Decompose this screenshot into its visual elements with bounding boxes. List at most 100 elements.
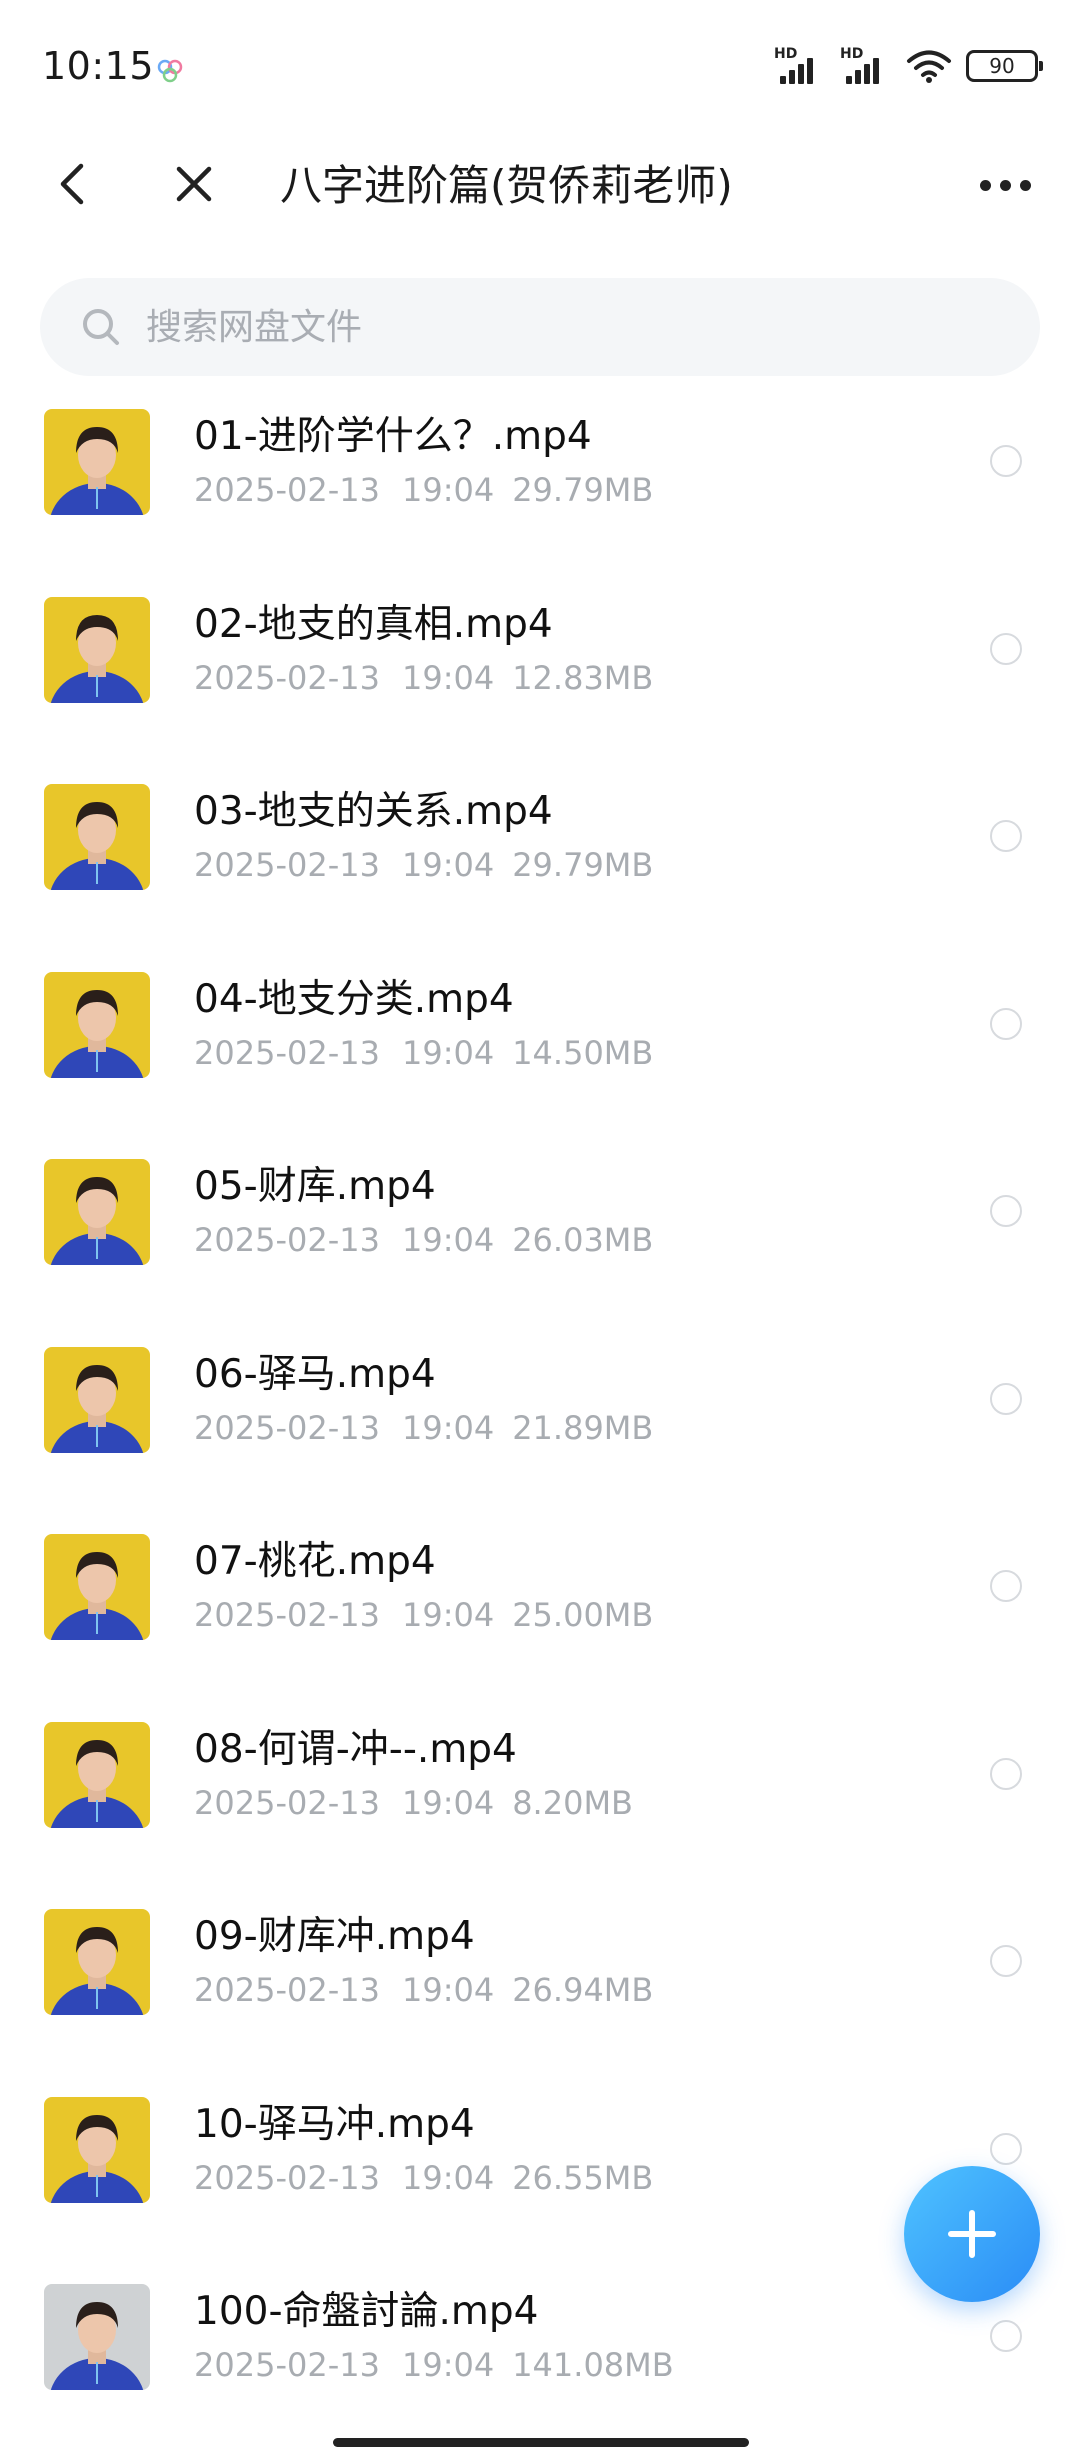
close-button[interactable] [164, 154, 224, 214]
file-size: 14.50MB [512, 1033, 654, 1072]
video-thumbnail [44, 1534, 150, 1640]
file-row[interactable]: 02-地支的真相.mp4 2025-02-13 19:04 12.83MB [0, 583, 1080, 771]
file-name: 02-地支的真相.mp4 [194, 601, 553, 647]
file-meta: 2025-02-13 19:04 141.08MB [194, 2346, 674, 2384]
file-date: 2025-02-13 [194, 1596, 380, 1634]
video-thumbnail [44, 1159, 150, 1265]
file-name: 09-财库冲.mp4 [194, 1914, 475, 1959]
file-meta: 2025-02-13 19:04 8.20MB [194, 1784, 633, 1822]
video-thumbnail [44, 409, 150, 515]
file-date: 2025-02-13 [194, 2158, 380, 2197]
select-radio[interactable] [990, 2132, 1022, 2165]
file-name: 10-驿马冲.mp4 [194, 2101, 475, 2147]
file-row[interactable]: 09-财库冲.mp4 2025-02-13 19:04 26.94MB [0, 1895, 1080, 2083]
file-size: 26.55MB [512, 2158, 654, 2197]
video-thumbnail [44, 784, 150, 890]
file-time: 19:04 [401, 1408, 495, 1447]
file-time: 19:04 [401, 1221, 495, 1259]
file-date: 2025-02-13 [194, 1033, 380, 1072]
select-radio[interactable] [990, 632, 1022, 665]
close-icon [176, 166, 212, 202]
file-name: 100-命盤討論.mp4 [194, 2289, 539, 2334]
file-name: 01-进阶学什么？.mp4 [194, 414, 592, 459]
file-name: 07-桃花.mp4 [194, 1539, 436, 1584]
select-radio[interactable] [990, 1382, 1022, 1415]
select-radio[interactable] [990, 1570, 1022, 1602]
file-time: 19:04 [401, 1971, 495, 2009]
file-row[interactable]: 08-何谓-冲--.mp4 2025-02-13 19:04 8.20MB [0, 1708, 1080, 1896]
select-radio[interactable] [990, 2320, 1022, 2352]
battery-level: 90 [989, 54, 1015, 78]
file-time: 19:04 [401, 1783, 495, 1822]
file-time: 19:04 [401, 846, 495, 884]
file-time: 19:04 [401, 2346, 495, 2384]
file-row[interactable]: 05-财库.mp4 2025-02-13 19:04 26.03MB [0, 1145, 1080, 1333]
file-size: 12.83MB [512, 658, 654, 697]
nav-bar: 八字进阶篇(贺侨莉老师) [0, 130, 1080, 240]
video-thumbnail [44, 2284, 150, 2390]
back-button[interactable] [44, 154, 100, 214]
file-meta: 2025-02-13 19:04 26.55MB [194, 2159, 653, 2197]
search-input[interactable] [146, 306, 946, 348]
file-time: 19:04 [401, 2158, 495, 2197]
file-size: 26.03MB [512, 1221, 654, 1259]
select-radio[interactable] [990, 1945, 1022, 1977]
status-time: 10:15 [42, 44, 155, 88]
file-name: 06-驿马.mp4 [194, 1351, 436, 1397]
file-row[interactable]: 06-驿马.mp4 2025-02-13 19:04 21.89MB [0, 1333, 1080, 1521]
page-title: 八字进阶篇(贺侨莉老师) [280, 161, 733, 210]
select-radio[interactable] [990, 820, 1022, 852]
file-row[interactable]: 04-地支分类.mp4 2025-02-13 19:04 14.50MB [0, 958, 1080, 1146]
file-date: 2025-02-13 [194, 1783, 380, 1822]
file-meta: 2025-02-13 19:04 21.89MB [194, 1409, 653, 1447]
file-size: 21.89MB [512, 1408, 654, 1447]
file-meta: 2025-02-13 19:04 26.94MB [194, 1971, 653, 2009]
signal-icon: HD [774, 46, 826, 84]
file-date: 2025-02-13 [194, 1221, 380, 1259]
signal-icon: HD [840, 46, 892, 84]
home-indicator[interactable] [333, 2438, 749, 2447]
status-indicators: HD HD 90 [774, 46, 1043, 86]
file-row[interactable]: 100-命盤討論.mp4 2025-02-13 19:04 141.08MB [0, 2270, 1080, 2458]
file-row[interactable]: 03-地支的关系.mp4 2025-02-13 19:04 29.79MB [0, 770, 1080, 958]
file-row[interactable]: 07-桃花.mp4 2025-02-13 19:04 25.00MB [0, 1520, 1080, 1708]
file-list: 01-进阶学什么？.mp4 2025-02-13 19:04 29.79MB 02-… [0, 395, 1080, 2458]
video-thumbnail [44, 596, 150, 703]
file-size: 8.20MB [512, 1783, 633, 1822]
app-notification-icon [157, 59, 183, 83]
more-icon [979, 179, 991, 191]
file-time: 19:04 [401, 658, 495, 697]
add-button[interactable] [904, 2166, 1040, 2302]
file-row[interactable]: 01-进阶学什么？.mp4 2025-02-13 19:04 29.79MB [0, 395, 1080, 583]
file-date: 2025-02-13 [194, 1971, 380, 2009]
more-button[interactable] [970, 160, 1040, 210]
file-meta: 2025-02-13 19:04 14.50MB [194, 1034, 653, 1072]
file-meta: 2025-02-13 19:04 26.03MB [194, 1221, 653, 1259]
file-meta: 2025-02-13 19:04 25.00MB [194, 1596, 653, 1634]
file-date: 2025-02-13 [194, 846, 380, 884]
video-thumbnail [44, 1909, 150, 2015]
file-meta: 2025-02-13 19:04 12.83MB [194, 659, 653, 697]
video-thumbnail [44, 1721, 150, 1828]
video-thumbnail [44, 2096, 150, 2203]
select-radio[interactable] [990, 445, 1022, 477]
chevron-left-icon [60, 163, 84, 205]
file-size: 26.94MB [512, 1971, 654, 2009]
file-size: 29.79MB [512, 846, 654, 884]
file-name: 08-何谓-冲--.mp4 [194, 1726, 517, 1772]
file-time: 19:04 [401, 1596, 495, 1634]
plus-icon [948, 2210, 996, 2258]
file-name: 04-地支分类.mp4 [194, 976, 514, 1022]
status-bar: 10:15 HD HD 90 [0, 0, 1080, 130]
search-bar[interactable] [40, 278, 1040, 376]
select-radio[interactable] [990, 1757, 1022, 1790]
file-time: 19:04 [401, 1033, 495, 1072]
search-icon [83, 309, 119, 345]
file-date: 2025-02-13 [194, 471, 380, 509]
select-radio[interactable] [990, 1007, 1022, 1040]
file-date: 2025-02-13 [194, 2346, 380, 2384]
file-name: 05-财库.mp4 [194, 1164, 436, 1209]
file-meta: 2025-02-13 19:04 29.79MB [194, 846, 653, 884]
file-date: 2025-02-13 [194, 658, 380, 697]
select-radio[interactable] [990, 1195, 1022, 1227]
